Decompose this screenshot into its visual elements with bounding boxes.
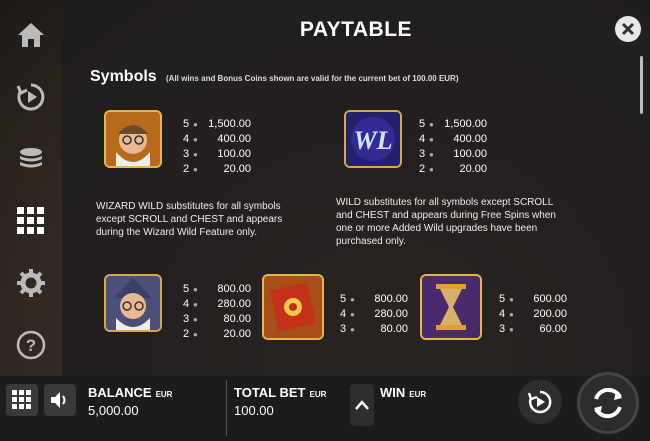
spellbook-symbol: [262, 274, 324, 340]
hourglass-pays: 5 ● 600.00 4 ● 200.00 3 ● 60.00: [499, 293, 567, 335]
divider: [226, 380, 227, 436]
paytable-panel: PAYTABLE Symbols (All wins and Bonus Coi…: [62, 0, 650, 376]
close-button[interactable]: [615, 16, 641, 42]
wizard-symbol: [104, 274, 162, 332]
total-bet-value: 100.00: [234, 403, 274, 418]
svg-text:WL: WL: [354, 126, 393, 155]
spellbook-pays: 5 ● 800.00 4 ● 280.00 3 ● 80.00: [340, 293, 408, 335]
hourglass-symbol: [420, 274, 482, 340]
balance-label: BALANCE EUR: [88, 385, 173, 400]
sound-button[interactable]: [44, 384, 76, 416]
svg-text:?: ?: [26, 336, 36, 355]
home-icon[interactable]: [14, 18, 48, 52]
panel-title: PAYTABLE: [299, 18, 413, 41]
wild-symbol: WL: [344, 110, 402, 168]
wild-description: WILD substitutes for all symbols except …: [336, 197, 556, 247]
speaker-icon: [51, 392, 66, 408]
chevron-up-icon: [355, 400, 369, 410]
scrollbar[interactable]: [640, 56, 643, 114]
autoplay-icon: [527, 390, 552, 414]
bet-up-button[interactable]: [350, 384, 374, 426]
wizard-wild-pays: 5 ● 1,500.00 4 ● 400.00 3 ● 100.00 2 ● 20.00: [183, 118, 251, 175]
total-bet-label: TOTAL BET EUR: [234, 385, 327, 400]
wizard-pays: 5 ● 800.00 4 ● 280.00 3 ● 80.00 2 ● 20.00: [183, 283, 251, 340]
help-question-icon[interactable]: ?: [14, 328, 48, 362]
spin-button[interactable]: [577, 372, 639, 434]
menu-button[interactable]: [6, 384, 38, 416]
paytable-grid-icon[interactable]: [14, 204, 48, 238]
left-menu: ?: [0, 0, 62, 376]
grid-icon: [12, 390, 31, 409]
wizard-wild-symbol: [104, 110, 162, 168]
close-icon: [621, 22, 635, 36]
wild-pays: 5 ● 1,500.00 4 ● 400.00 3 ● 100.00 2 ● 20.00: [419, 118, 487, 175]
balance-value: 5,000.00: [88, 403, 139, 418]
autoplay-icon[interactable]: [14, 80, 48, 114]
spin-icon: [594, 387, 622, 419]
wizard-wild-description: WIZARD WILD substitutes for all symbols …: [96, 201, 283, 238]
symbols-heading: Symbols: [90, 68, 157, 85]
symbols-note: (All wins and Bonus Coins shown are vali…: [166, 74, 459, 83]
coins-icon[interactable]: [14, 142, 48, 176]
win-label: WIN EUR: [380, 385, 427, 400]
autoplay-button[interactable]: [518, 380, 562, 424]
settings-gear-icon[interactable]: [14, 266, 48, 300]
